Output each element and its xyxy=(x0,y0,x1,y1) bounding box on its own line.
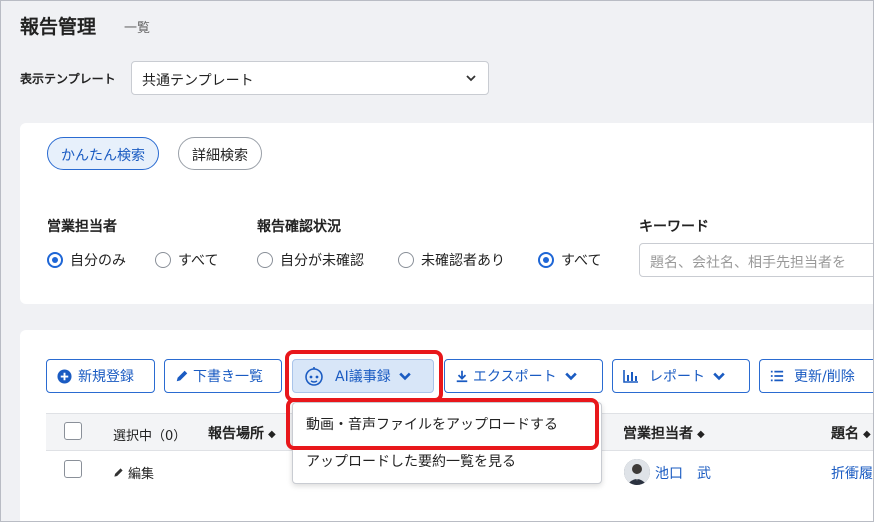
radio-dot xyxy=(47,252,63,268)
pencil-icon xyxy=(114,468,123,477)
radio-status-self-unconfirmed[interactable]: 自分が未確認 xyxy=(257,250,364,270)
radio-dot xyxy=(538,252,554,268)
keyword-label: キーワード xyxy=(639,219,709,235)
drafts-button-label: 下書き一覧 xyxy=(193,369,263,385)
radio-label: 自分のみ xyxy=(70,253,126,269)
chevron-down-icon xyxy=(564,372,577,381)
update-delete-button[interactable]: 更新/削除 xyxy=(759,359,874,393)
template-select[interactable]: 共通テンプレート xyxy=(131,61,489,95)
page-subtitle: 一覧 xyxy=(124,21,151,36)
column-label: 題名 xyxy=(831,426,859,442)
menu-item-summary-list[interactable]: アップロードした要約一覧を見る xyxy=(292,451,602,471)
bar-chart-icon xyxy=(623,370,638,383)
select-all-checkbox[interactable] xyxy=(64,422,82,440)
page-title: 報告管理 xyxy=(20,16,97,38)
upload-item-highlight xyxy=(286,398,599,450)
row-checkbox[interactable] xyxy=(64,460,82,478)
sales-rep-link[interactable]: 池口 武 xyxy=(655,463,711,483)
radio-status-all[interactable]: すべて xyxy=(538,250,601,270)
radio-label: 自分が未確認 xyxy=(280,253,364,269)
chevron-down-icon xyxy=(713,372,725,381)
report-button[interactable]: レポート xyxy=(612,359,750,393)
column-label: 営業担当者 xyxy=(623,426,693,442)
sort-icon: ◆ xyxy=(697,429,705,440)
radio-label: 未確認者あり xyxy=(421,253,505,269)
plus-circle-icon xyxy=(57,368,72,384)
radio-dot xyxy=(398,252,414,268)
sort-icon: ◆ xyxy=(268,429,276,440)
template-select-value: 共通テンプレート xyxy=(142,73,254,89)
selected-count: 選択中（0） xyxy=(113,429,187,444)
avatar xyxy=(624,459,650,485)
download-icon xyxy=(456,370,468,383)
column-header-sales-rep[interactable]: 営業担当者 ◆ xyxy=(623,423,705,443)
radio-label: すべて xyxy=(178,253,219,269)
export-button-label: エクスポート xyxy=(473,369,557,385)
column-header-place[interactable]: 報告場所 ◆ xyxy=(208,423,276,443)
report-button-label: レポート xyxy=(649,369,705,385)
export-button[interactable]: エクスポート xyxy=(444,359,603,393)
keyword-input[interactable]: 題名、会社名、相手先担当者を xyxy=(639,243,874,277)
tab-simple-search[interactable]: かんたん検索 xyxy=(47,137,159,170)
update-delete-button-label: 更新/削除 xyxy=(794,369,855,385)
sort-icon: ◆ xyxy=(863,429,871,440)
new-button-label: 新規登録 xyxy=(78,369,134,385)
edit-link-label: 編集 xyxy=(128,467,155,482)
radio-dot xyxy=(257,252,273,268)
template-label: 表示テンプレート xyxy=(20,72,116,86)
column-header-title[interactable]: 題名 ◆ xyxy=(831,423,871,443)
edit-link[interactable]: 編集 xyxy=(113,463,154,482)
radio-status-has-unconfirmed[interactable]: 未確認者あり xyxy=(398,250,505,270)
pencil-icon xyxy=(176,370,188,382)
ai-button-highlight xyxy=(285,350,443,402)
chevron-down-icon xyxy=(466,75,476,82)
radio-dot xyxy=(155,252,171,268)
list-icon xyxy=(770,370,784,382)
tab-detail-search[interactable]: 詳細検索 xyxy=(178,137,262,170)
drafts-button[interactable]: 下書き一覧 xyxy=(164,359,282,393)
new-button[interactable]: 新規登録 xyxy=(46,359,155,393)
radio-sales-rep-mine[interactable]: 自分のみ xyxy=(47,250,126,270)
radio-label: すべて xyxy=(561,253,602,269)
title-link[interactable]: 折衝履 xyxy=(831,463,873,483)
column-label: 報告場所 xyxy=(208,426,264,442)
sales-rep-label: 営業担当者 xyxy=(47,219,117,235)
confirm-status-label: 報告確認状況 xyxy=(257,219,341,235)
radio-sales-rep-all[interactable]: すべて xyxy=(155,250,218,270)
